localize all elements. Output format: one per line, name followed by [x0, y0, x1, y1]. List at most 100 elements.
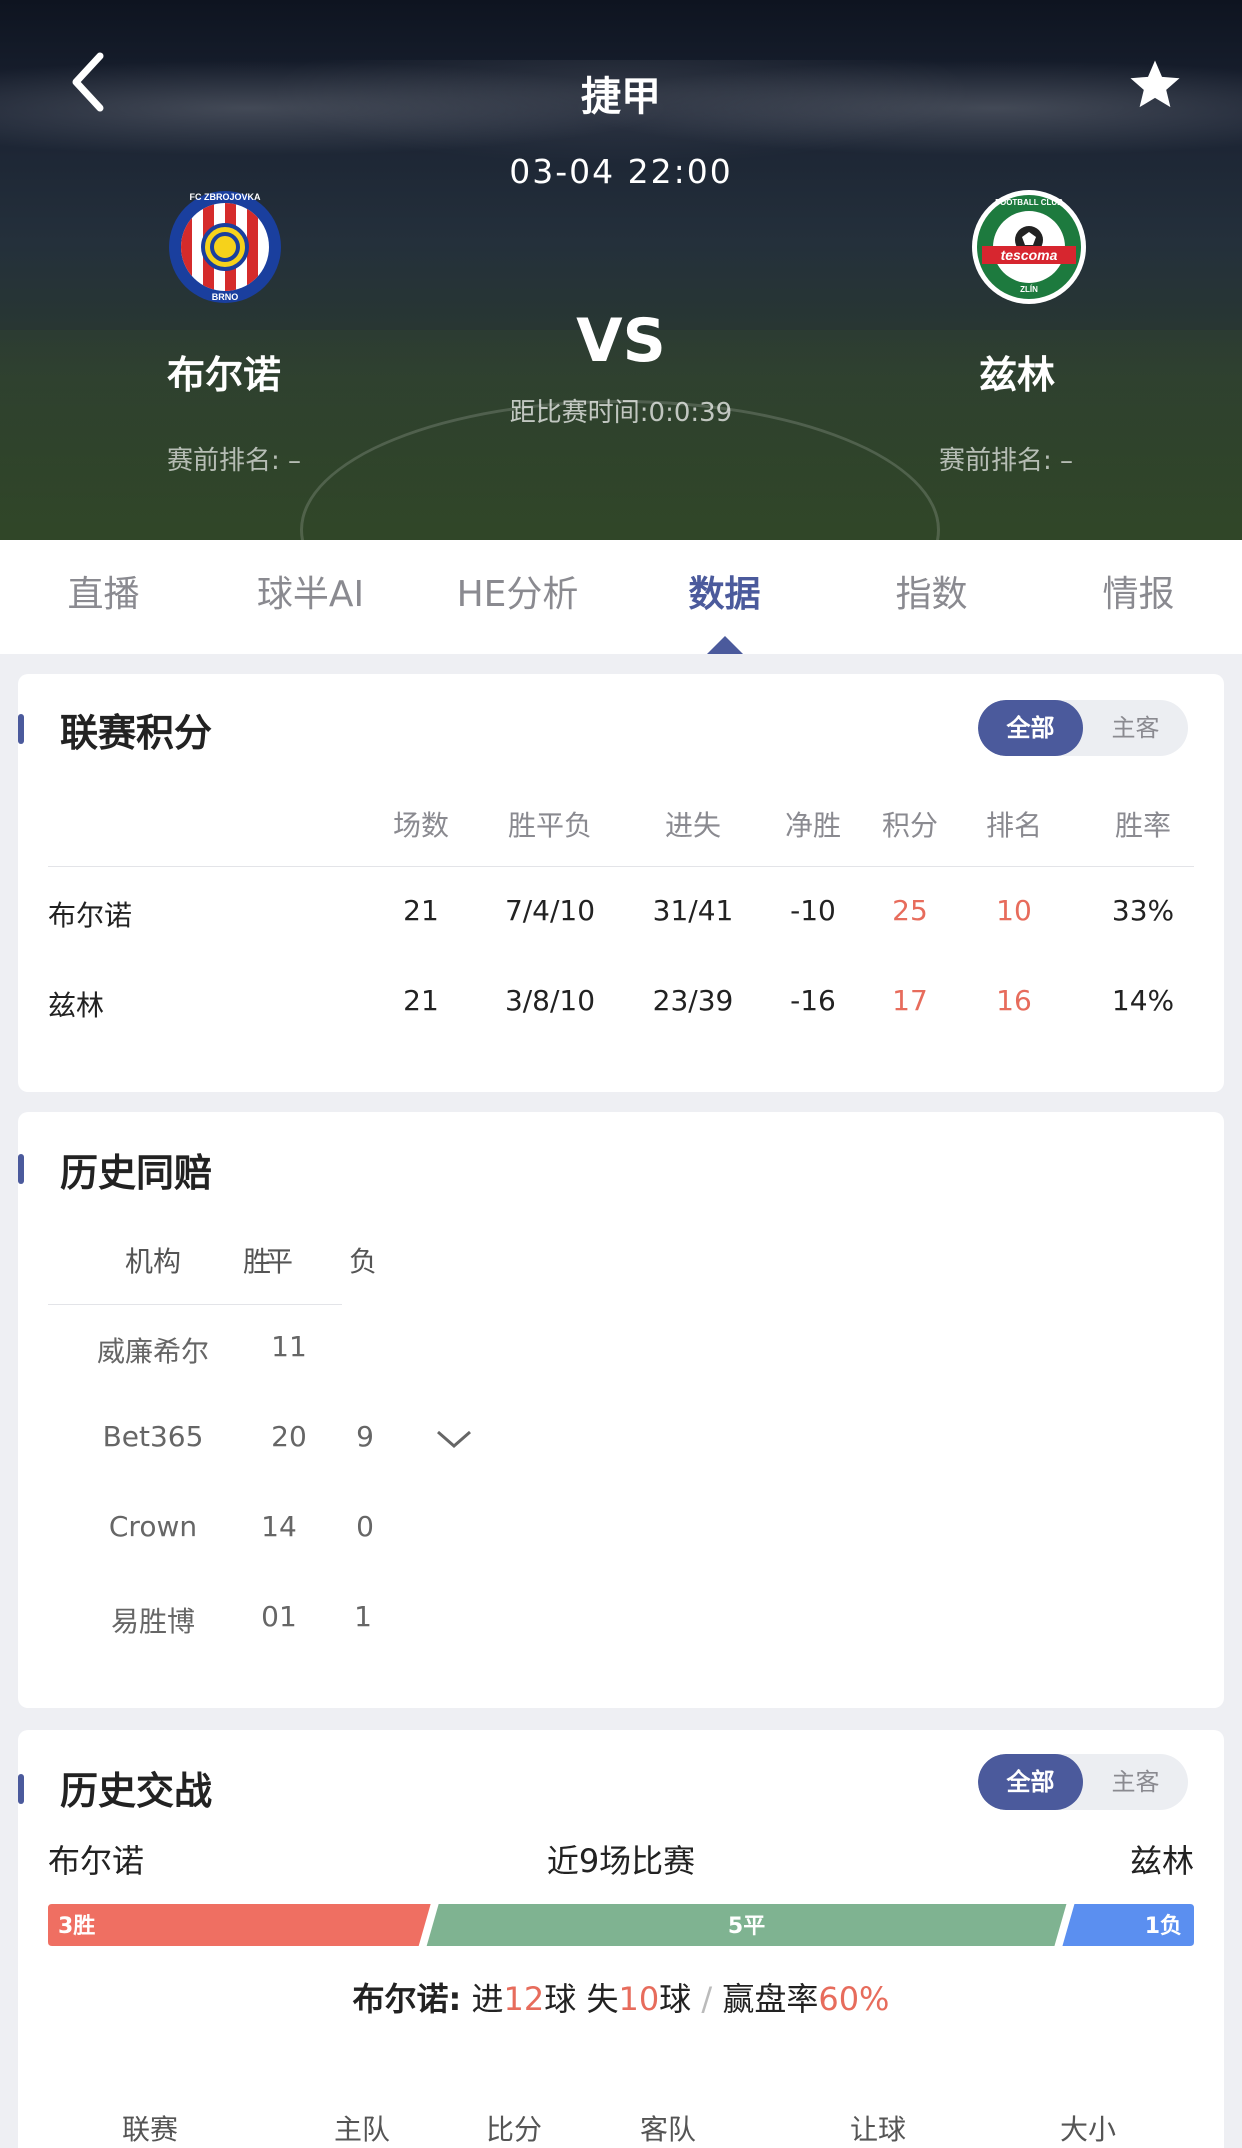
h2h-away-team: 兹林	[1129, 1842, 1194, 1880]
goals-cell: 31/41	[652, 894, 734, 927]
away-badge-band-text: tescoma	[1001, 247, 1058, 263]
tab-data[interactable]: 数据	[621, 540, 828, 654]
rate-cell: 33%	[1111, 894, 1175, 927]
col-home: 主队	[333, 2113, 390, 2146]
chevron-down-icon	[437, 1430, 471, 1448]
section-marker	[18, 1774, 24, 1804]
col-goals: 进失	[664, 809, 721, 842]
rank-cell: 10	[996, 894, 1032, 927]
tab-intel[interactable]: 情报	[1035, 540, 1242, 654]
played-cell: 21	[403, 984, 439, 1017]
tab-bar: 直播 球半AI HE分析 数据 指数 情报	[0, 540, 1242, 654]
h2h-result-bar: 3胜 5平 1负	[48, 1904, 1194, 1946]
org-cell: 威廉希尔	[96, 1335, 209, 1368]
scope-toggle: 全部 主客	[978, 700, 1188, 756]
value-cell: 14	[261, 1510, 297, 1543]
value-cell: 1	[354, 1600, 372, 1633]
home-badge-ring-text: FC ZBROJOVKA	[189, 192, 261, 202]
org-cell: Crown	[108, 1510, 198, 1543]
col-gd: 净胜	[784, 809, 841, 842]
value-cell: 01	[261, 1600, 297, 1633]
rate-cell: 14%	[1111, 984, 1175, 1017]
tab-ai[interactable]: 球半AI	[207, 540, 414, 654]
gd-cell: -10	[790, 894, 836, 927]
favorite-button[interactable]	[1124, 54, 1186, 116]
home-badge-bottom-text: BRNO	[212, 292, 239, 302]
h2h-recent-label: 近9场比赛	[546, 1842, 696, 1880]
win-segment-label: 3胜	[58, 1914, 95, 1939]
team-cell: 兹林	[48, 989, 105, 1022]
toggle-home-away[interactable]: 主客	[1083, 700, 1188, 756]
vs-label: VS	[576, 306, 666, 376]
summary-in-label: 进	[471, 1980, 504, 2018]
org-cell: Bet365	[102, 1420, 204, 1453]
summary-ball-2: 球	[659, 1980, 692, 2018]
tab-index[interactable]: 指数	[828, 540, 1035, 654]
org-cell: 易胜博	[110, 1605, 195, 1638]
col-league: 联赛	[121, 2113, 178, 2146]
home-rank: 赛前排名: –	[166, 446, 302, 476]
value-cell: 0	[356, 1510, 374, 1543]
value-cell: 20	[271, 1420, 307, 1453]
header-divider	[48, 1304, 342, 1305]
summary-ball-1: 球	[544, 1980, 577, 2018]
section-title: 历史同赔	[60, 1151, 213, 1195]
summary-team: 布尔诺:	[352, 1980, 462, 2018]
toggle-all[interactable]: 全部	[978, 1754, 1083, 1810]
summary-separator: /	[701, 1980, 713, 2018]
rank-cell: 16	[996, 984, 1032, 1017]
match-header: 捷甲 03-04 22:00 FC ZBROJOVKA BRNO tescoma…	[0, 0, 1242, 540]
col-rate: 胜率	[1114, 809, 1171, 842]
col-loss: 负	[348, 1245, 377, 1278]
team-cell: 布尔诺	[48, 899, 133, 932]
home-team-logo: FC ZBROJOVKA BRNO	[166, 188, 284, 306]
toggle-home-away[interactable]: 主客	[1083, 1754, 1188, 1810]
scope-toggle: 全部 主客	[978, 1754, 1188, 1810]
points-cell: 17	[892, 984, 928, 1017]
match-datetime: 03-04 22:00	[509, 152, 733, 191]
summary-out-label: 失	[586, 1980, 619, 2018]
wdl-cell: 3/8/10	[504, 984, 596, 1017]
summary-rate-label: 赢盘率	[722, 1980, 819, 2018]
summary-goals-for: 12	[503, 1980, 545, 2018]
away-rank: 赛前排名: –	[938, 446, 1074, 476]
toggle-all[interactable]: 全部	[978, 700, 1083, 756]
col-score: 比分	[485, 2113, 542, 2146]
section-title: 历史交战	[60, 1769, 213, 1813]
star-icon	[1130, 60, 1180, 108]
same-odds-card: 历史同赔 机构 胜 平 负 威廉希尔 11 Bet365 20 9 Crown …	[18, 1112, 1224, 1708]
win-segment	[48, 1904, 431, 1946]
away-team-logo: tescoma FOOTBALL CLUB ZLÍN	[970, 188, 1088, 306]
away-badge-bottom-text: ZLÍN	[1020, 285, 1038, 294]
value-cell: 9	[356, 1420, 374, 1453]
value-cell: 11	[271, 1330, 307, 1363]
league-table-card: 联赛积分 全部 主客 场数 胜平负 进失 净胜 积分 排名 胜率 布尔诺 21 …	[18, 674, 1224, 1092]
col-draw: 平	[264, 1245, 293, 1278]
points-cell: 25	[892, 894, 928, 927]
section-marker	[18, 714, 24, 744]
col-rank: 排名	[985, 809, 1042, 842]
h2h-summary: 布尔诺: 进12球 失10球 / 赢盘率60%	[0, 1974, 1242, 2020]
expand-button[interactable]	[434, 1428, 474, 1456]
section-title: 联赛积分	[60, 711, 213, 755]
countdown-text: 距比赛时间:0:0:39	[509, 398, 733, 428]
gd-cell: -16	[790, 984, 836, 1017]
col-played: 场数	[392, 809, 449, 842]
draw-segment-label: 5平	[728, 1914, 765, 1939]
col-points: 积分	[881, 809, 938, 842]
col-handicap: 让球	[849, 2113, 906, 2146]
summary-goals-against: 10	[618, 1980, 660, 2018]
away-badge-ring-text: FOOTBALL CLUB	[995, 198, 1063, 207]
tab-live[interactable]: 直播	[0, 540, 207, 654]
col-wdl: 胜平负	[507, 809, 592, 842]
col-over-under: 大小	[1059, 2113, 1116, 2146]
league-title: 捷甲	[581, 74, 661, 120]
col-org: 机构	[124, 1245, 181, 1278]
tab-he-analysis[interactable]: HE分析	[414, 540, 621, 654]
loss-segment-label: 1负	[1145, 1914, 1182, 1939]
goals-cell: 23/39	[652, 984, 734, 1017]
played-cell: 21	[403, 894, 439, 927]
col-away: 客队	[639, 2113, 696, 2146]
wdl-cell: 7/4/10	[504, 894, 596, 927]
section-marker	[18, 1154, 24, 1184]
